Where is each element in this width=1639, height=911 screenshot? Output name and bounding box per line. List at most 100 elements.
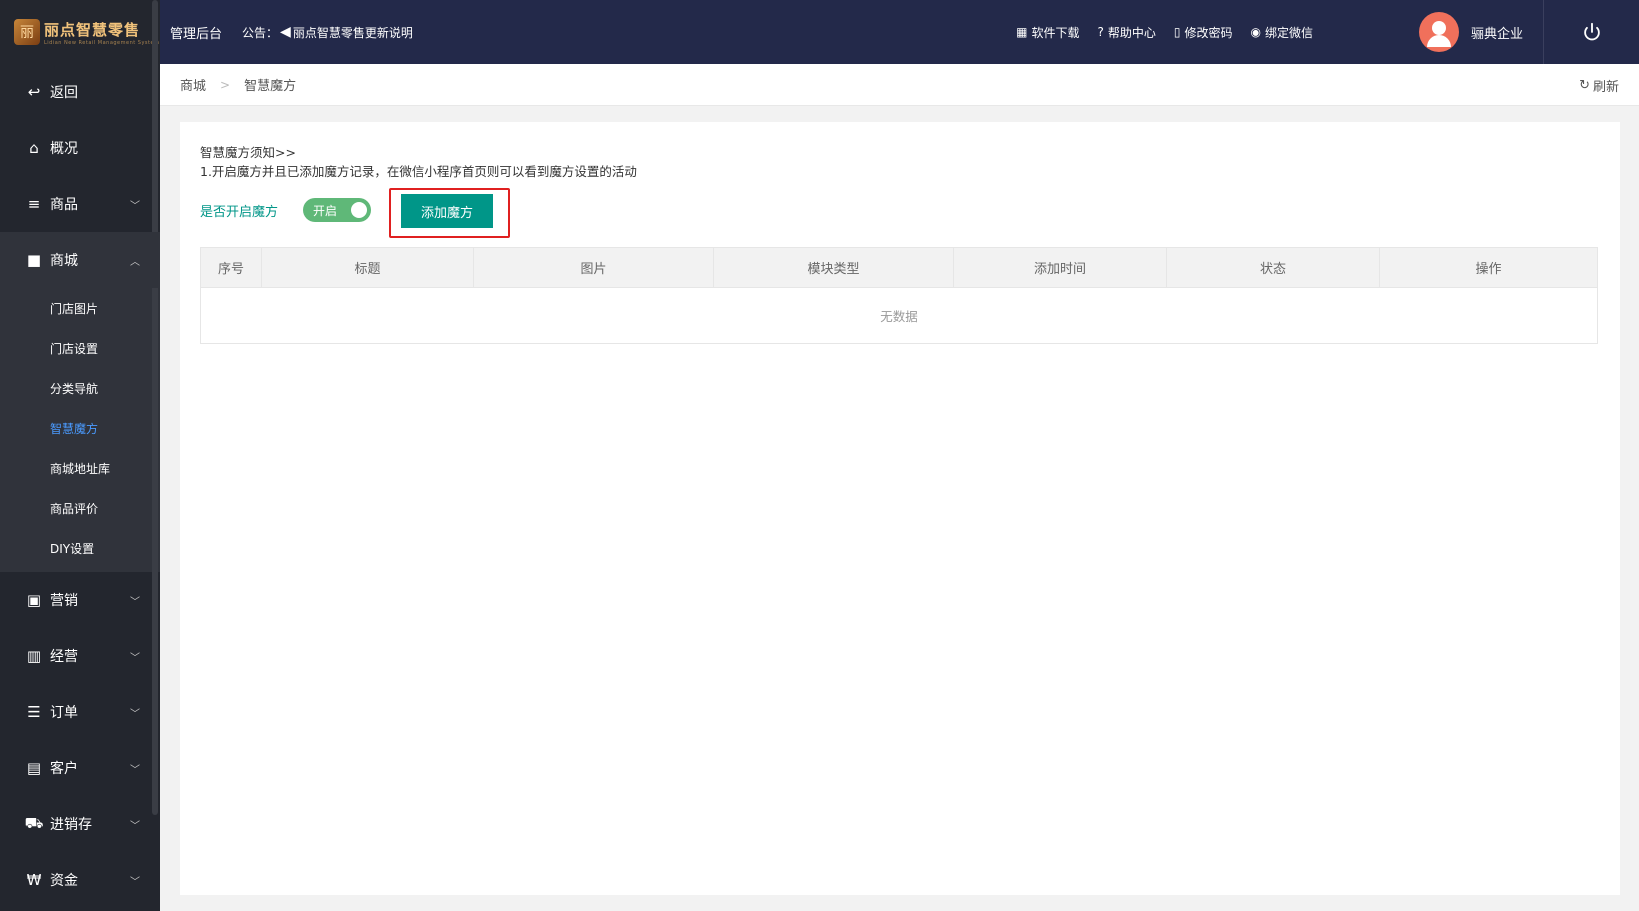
submenu-item-product-reviews[interactable]: 商品评价 [0,488,160,528]
chevron-down-icon: ﹀ [130,596,140,608]
sidebar-item-label: 资金 [50,873,78,889]
sidebar-item-label: 商品 [50,197,78,213]
chevron-down-icon: ﹀ [130,764,140,776]
column-header[interactable]: 序号 [201,248,262,287]
chevron-down-icon: ﹀ [130,200,140,212]
help-icon: ? [1097,25,1104,39]
chevron-down-icon: ﹀ [130,708,140,720]
truck-icon: ⛟ [24,814,44,832]
change-password-label: 修改密码 [1184,25,1233,40]
chevron-down-icon: ﹀ [130,820,140,832]
chevron-down-icon: ﹀ [130,652,140,664]
sidebar-item-marketing[interactable]: ▣ 营销 ﹀ [0,572,160,628]
column-header[interactable]: 模块类型 [714,248,954,287]
help-link[interactable]: ? 帮助中心 [1097,24,1155,41]
key-icon: ▯ [1173,25,1181,39]
help-label: 帮助中心 [1107,25,1156,40]
sidebar-item-label: 订单 [50,705,78,721]
back-icon: ↩ [27,83,41,101]
home-icon: ⌂ [29,139,39,157]
sidebar-item-inventory[interactable]: ⛟ 进销存 ﹀ [0,796,160,852]
sidebar-item-overview[interactable]: ⌂ 概况 [0,120,160,176]
submenu-item-store-settings[interactable]: 门店设置 [0,328,160,368]
chart-icon: ▥ [26,647,42,665]
toggle-state: 开启 [313,203,338,218]
list-icon: ≡ [27,195,41,213]
sidebar-item-mall[interactable]: ■ 商城 ︿ [0,232,160,288]
sidebar: 丽 丽点智慧零售 Lidian New Retail Management Sy… [0,0,160,911]
breadcrumb-current: 智慧魔方 [244,79,297,94]
sidebar-item-label: 概况 [50,141,78,157]
logo[interactable]: 丽 丽点智慧零售 Lidian New Retail Management Sy… [0,0,160,64]
refresh-button[interactable]: ↻ 刷新 [1579,76,1619,95]
submenu-item-category-nav[interactable]: 分类导航 [0,368,160,408]
sidebar-item-orders[interactable]: ☰ 订单 ﹀ [0,684,160,740]
sidebar-item-products[interactable]: ≡ 商品 ﹀ [0,176,160,232]
sidebar-item-label: 进销存 [50,817,92,833]
add-cube-button[interactable]: 添加魔方 [401,194,493,228]
sidebar-item-label: 客户 [50,761,78,777]
chevron-up-icon: ︿ [130,256,140,268]
submenu-item-diy-settings[interactable]: DIY设置 [0,528,160,568]
main-panel: 智慧魔方须知>> 1.开启魔方并且已添加魔方记录，在微信小程序首页则可以看到魔方… [180,122,1620,895]
chevron-right-icon: > [220,77,231,92]
bind-wechat-label: 绑定微信 [1264,25,1313,40]
wechat-icon: ◉ [1250,25,1261,39]
notice-line: 1.开启魔方并且已添加魔方记录，在微信小程序首页则可以看到魔方设置的活动 [200,164,637,179]
breadcrumb-parent[interactable]: 商城 [180,75,206,94]
sidebar-item-operations[interactable]: ▥ 经营 ﹀ [0,628,160,684]
topbar: 管理后台 公告： ◀ 丽点智慧零售更新说明 ▦ 软件下载 ? 帮助中心 ▯ 修改… [160,0,1639,64]
gift-icon: ▣ [26,591,42,609]
announcement-text: 丽点智慧零售更新说明 [292,25,413,40]
mall-submenu: 门店图片 门店设置 分类导航 智慧魔方 商城地址库 商品评价 DIY设置 [0,288,160,572]
submenu-item-store-images[interactable]: 门店图片 [0,288,160,328]
sidebar-item-label: 经营 [50,649,78,665]
store-icon: ▦ [1016,25,1028,39]
announcement-label: 公告： [242,25,279,40]
download-link[interactable]: ▦ 软件下载 [1016,24,1079,41]
announcement[interactable]: 公告： ◀ 丽点智慧零售更新说明 [242,24,413,41]
refresh-label: 刷新 [1592,80,1619,95]
toggle-knob [351,202,367,218]
power-icon [1583,22,1600,41]
download-label: 软件下载 [1031,25,1080,40]
column-header[interactable]: 图片 [474,248,714,287]
top-links: ▦ 软件下载 ? 帮助中心 ▯ 修改密码 ◉ 绑定微信 [1016,0,1313,64]
username: 骊典企业 [1470,26,1523,42]
list-icon: ☰ [27,703,41,721]
breadcrumb: 商城 > 智慧魔方 [180,75,297,95]
sidebar-item-funds[interactable]: ₩ 资金 ﹀ [0,852,160,908]
sidebar-item-label: 营销 [50,593,78,609]
breadcrumb-bar: 商城 > 智慧魔方 ↻ 刷新 [160,64,1639,106]
chevron-down-icon: ﹀ [130,876,140,888]
column-header[interactable]: 添加时间 [954,248,1167,287]
speaker-icon: ◀ [280,24,291,40]
table-header: 序号 标题 图片 模块类型 添加时间 状态 操作 [201,248,1597,288]
change-password-link[interactable]: ▯ 修改密码 [1174,24,1233,41]
app-title: 管理后台 [170,26,223,42]
column-header[interactable]: 操作 [1380,248,1597,287]
currency-icon: ₩ [26,871,42,889]
bind-wechat-link[interactable]: ◉ 绑定微信 [1251,24,1314,41]
sidebar-item-back[interactable]: ↩ 返回 [0,64,160,120]
bag-icon: ■ [26,251,42,269]
card-icon: ▤ [26,759,42,777]
logout-button[interactable] [1543,0,1639,64]
column-header[interactable]: 标题 [262,248,474,287]
brand-subtitle: Lidian New Retail Management System [44,39,160,46]
column-header[interactable]: 状态 [1167,248,1380,287]
refresh-icon: ↻ [1579,78,1590,93]
cube-table: 序号 标题 图片 模块类型 添加时间 状态 操作 无数据 [200,247,1598,344]
enable-cube-toggle[interactable]: 开启 [303,198,371,222]
sidebar-item-customers[interactable]: ▤ 客户 ﹀ [0,740,160,796]
empty-state: 无数据 [880,309,918,324]
user-menu[interactable]: 骊典企业 [1418,12,1523,52]
toggle-label: 是否开启魔方 [200,205,279,220]
avatar [1418,12,1459,52]
notice-title: 智慧魔方须知>> [200,145,296,160]
brand-name: 丽点智慧零售 [44,20,141,39]
submenu-item-smart-cube[interactable]: 智慧魔方 [0,408,160,448]
submenu-item-address-library[interactable]: 商城地址库 [0,448,160,488]
logo-icon: 丽 [14,19,40,45]
sidebar-item-label: 返回 [50,85,78,101]
